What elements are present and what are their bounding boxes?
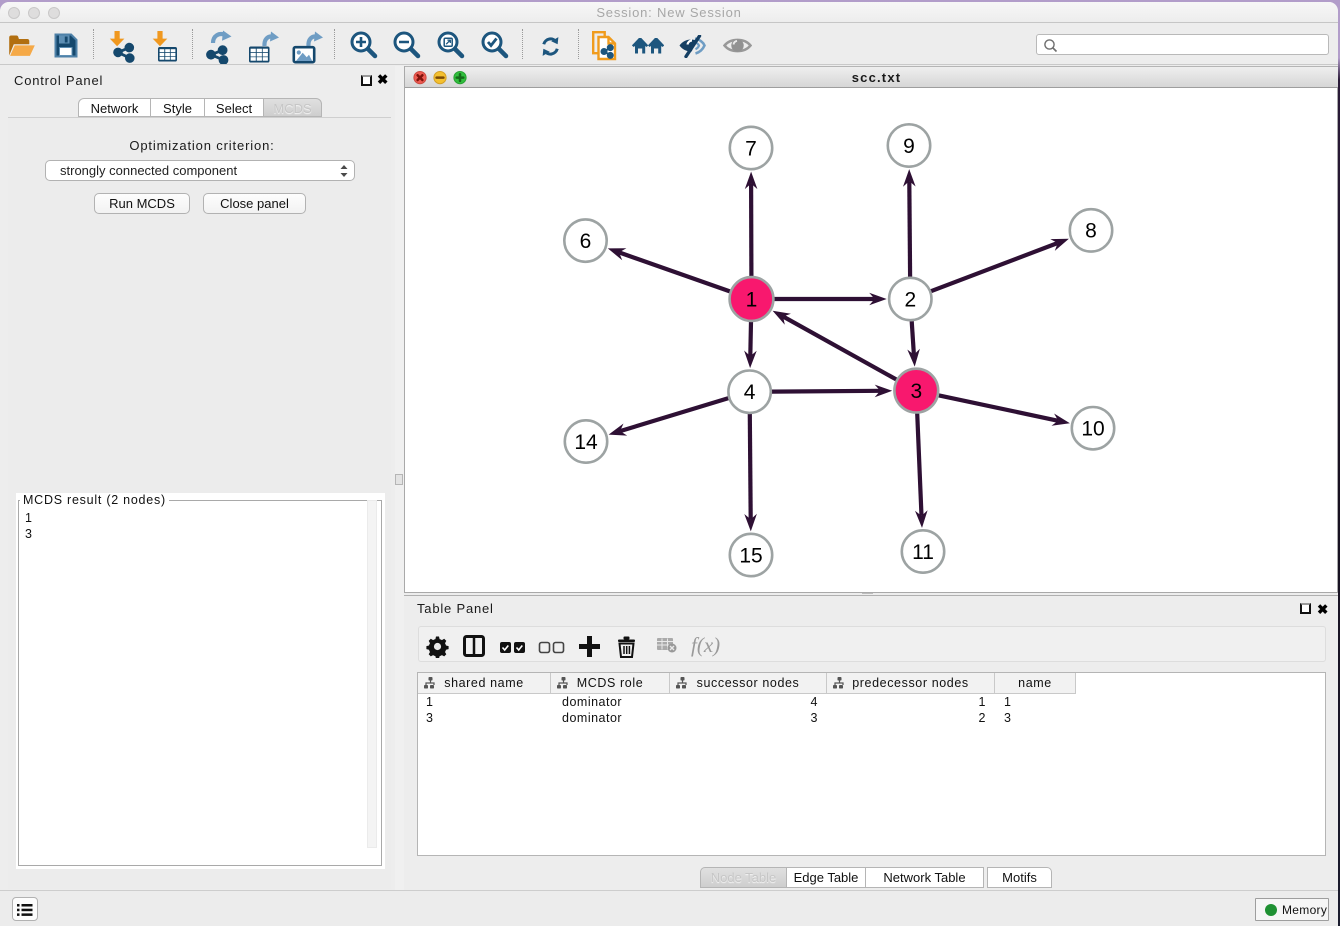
svg-text:10: 10 <box>1081 418 1104 441</box>
svg-text:14: 14 <box>574 431 598 454</box>
svg-text:2: 2 <box>904 288 916 311</box>
svg-text:1: 1 <box>746 288 758 311</box>
svg-text:11: 11 <box>912 541 934 564</box>
svg-text:7: 7 <box>745 137 757 160</box>
svg-text:6: 6 <box>580 230 592 253</box>
svg-text:8: 8 <box>1085 220 1097 243</box>
svg-text:4: 4 <box>744 381 756 404</box>
svg-text:15: 15 <box>739 544 762 567</box>
svg-text:9: 9 <box>903 135 915 158</box>
svg-text:3: 3 <box>910 380 922 403</box>
